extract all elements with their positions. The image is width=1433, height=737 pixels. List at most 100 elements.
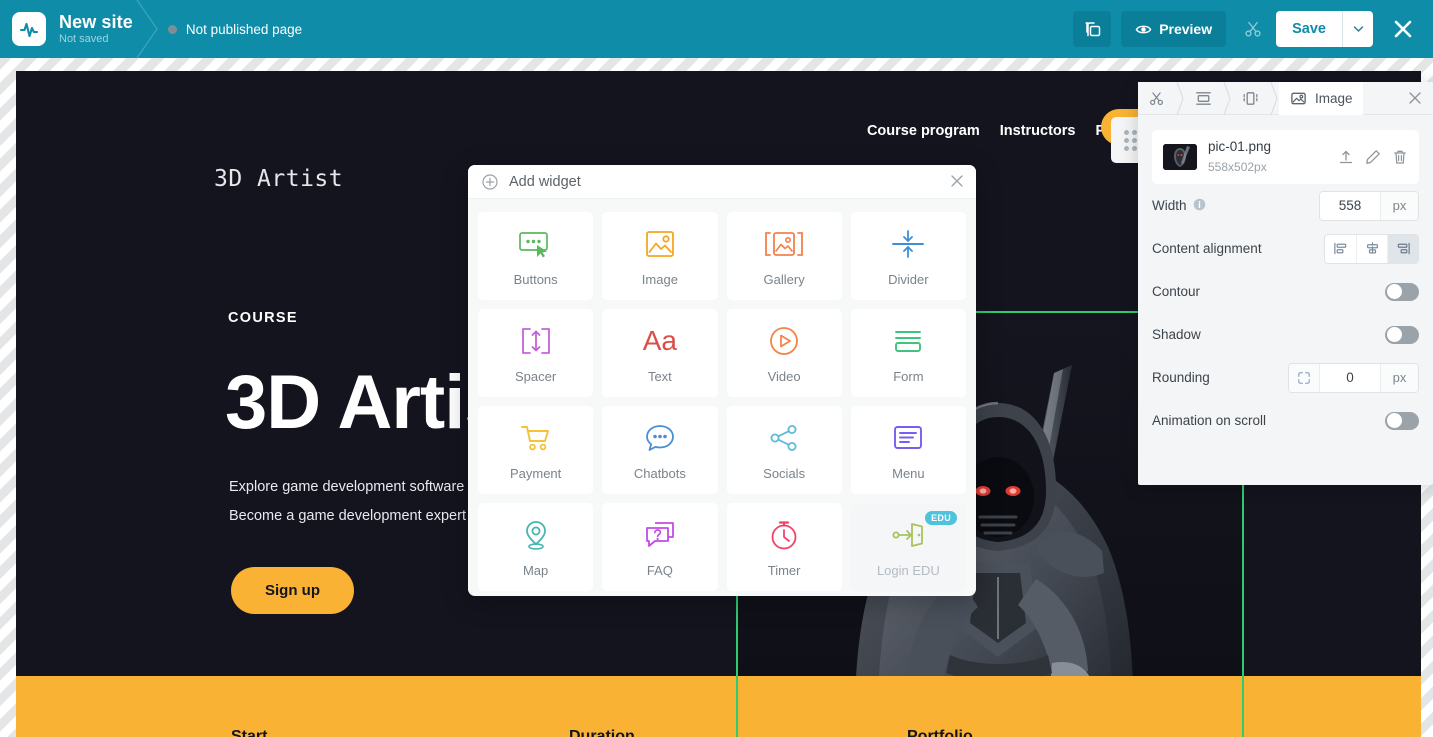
nav-item-course-program[interactable]: Course program xyxy=(867,123,980,139)
width-label: Width xyxy=(1152,198,1187,213)
widget-card-menu[interactable]: Menu xyxy=(850,406,966,494)
copy-page-icon[interactable] xyxy=(1073,11,1112,47)
brand-zone[interactable]: New site Not saved xyxy=(0,0,158,58)
width-input[interactable]: 558 xyxy=(1320,191,1380,220)
close-icon[interactable] xyxy=(1408,91,1422,105)
widget-card-video[interactable]: Video xyxy=(726,309,842,397)
close-icon[interactable] xyxy=(950,174,964,188)
widget-card-timer[interactable]: Timer xyxy=(726,503,842,591)
edu-badge: EDU xyxy=(925,511,957,525)
widget-label: Text xyxy=(647,369,672,384)
image-file-name: pic-01.png xyxy=(1208,139,1272,154)
widget-label: Gallery xyxy=(763,272,805,287)
breadcrumb-label: Image xyxy=(1315,90,1353,106)
rounding-unit: px xyxy=(1380,363,1418,392)
column-icon xyxy=(1243,91,1258,105)
scissors-icon[interactable] xyxy=(1236,11,1270,47)
setting-row-content-alignment: Content alignment xyxy=(1138,227,1433,270)
login-icon xyxy=(890,516,926,554)
align-center-icon[interactable] xyxy=(1356,234,1387,263)
breadcrumb-divider xyxy=(136,0,158,58)
widget-card-spacer[interactable]: Spacer xyxy=(478,309,594,397)
width-unit: px xyxy=(1380,191,1418,220)
widget-label: Buttons xyxy=(513,272,558,287)
widget-label: FAQ xyxy=(646,563,673,578)
widget-card-socials[interactable]: Socials xyxy=(726,406,842,494)
delete-icon[interactable] xyxy=(1392,149,1408,165)
map-pin-icon xyxy=(521,516,551,554)
setting-row-animation-on-scroll: Animation on scroll xyxy=(1138,399,1433,442)
image-icon xyxy=(644,225,676,263)
width-input-group[interactable]: 558 px xyxy=(1319,190,1419,221)
preview-button[interactable]: Preview xyxy=(1121,11,1227,47)
upload-icon[interactable] xyxy=(1338,149,1354,165)
widget-card-image[interactable]: Image xyxy=(602,212,718,300)
image-file-dimensions: 558x502px xyxy=(1208,160,1267,174)
corner-radius-icon[interactable] xyxy=(1289,363,1320,392)
widget-card-buttons[interactable]: Buttons xyxy=(478,212,594,300)
text-icon: Aa xyxy=(642,325,677,356)
site-footer-band: Start Duration Portfolio xyxy=(16,676,1421,737)
share-icon xyxy=(768,419,800,457)
shadow-label: Shadow xyxy=(1152,327,1201,342)
spacer-icon xyxy=(519,322,553,360)
setting-row-width: Width 558 px xyxy=(1138,184,1433,227)
widget-label: Video xyxy=(767,369,801,384)
widget-card-form[interactable]: Form xyxy=(850,309,966,397)
widget-label: Image xyxy=(641,272,678,287)
widget-label: Payment xyxy=(509,466,562,481)
align-left-icon[interactable] xyxy=(1325,235,1356,263)
hero-signup-button[interactable]: Sign up xyxy=(231,567,354,614)
content-alignment-label: Content alignment xyxy=(1152,241,1262,256)
breadcrumb-separator xyxy=(1222,81,1232,115)
buttons-icon xyxy=(518,225,554,263)
widget-card-text[interactable]: Aa Text xyxy=(602,309,718,397)
breadcrumb-item-scissors[interactable] xyxy=(1138,82,1175,115)
close-icon xyxy=(1394,20,1412,38)
top-toolbar: New site Not saved Not published page Pr… xyxy=(0,0,1433,58)
divider-icon xyxy=(890,225,926,263)
animation-on-scroll-toggle[interactable] xyxy=(1385,411,1419,430)
rounding-input-group[interactable]: 0 px xyxy=(1288,362,1419,393)
widget-card-gallery[interactable]: Gallery xyxy=(726,212,842,300)
pulse-logo-icon[interactable] xyxy=(12,12,46,46)
widget-card-faq[interactable]: FAQ xyxy=(602,503,718,591)
align-right-icon[interactable] xyxy=(1387,234,1418,263)
publish-status[interactable]: Not published page xyxy=(167,22,302,37)
site-name: New site xyxy=(59,11,133,32)
widget-card-chatbots[interactable]: Chatbots xyxy=(602,406,718,494)
widget-label: Spacer xyxy=(515,369,557,384)
breadcrumb-item-section[interactable] xyxy=(1185,82,1222,115)
widget-label: Divider xyxy=(888,272,929,287)
grip-dots-icon xyxy=(1123,129,1137,151)
shadow-toggle[interactable] xyxy=(1385,325,1419,344)
widget-card-map[interactable]: Map xyxy=(478,503,594,591)
footer-column-start: Start xyxy=(231,728,268,737)
save-button[interactable]: Save xyxy=(1276,11,1342,47)
info-icon[interactable] xyxy=(1193,198,1206,214)
edit-icon[interactable] xyxy=(1365,149,1381,165)
breadcrumb-item-column[interactable] xyxy=(1232,82,1269,115)
breadcrumb-separator xyxy=(1175,81,1185,115)
widget-card-divider[interactable]: Divider xyxy=(850,212,966,300)
close-editor-button[interactable] xyxy=(1387,13,1419,45)
gallery-icon xyxy=(762,225,806,263)
widget-card-login-edu: EDU Login EDU xyxy=(850,503,966,591)
video-icon xyxy=(768,322,800,360)
eye-icon xyxy=(1135,25,1152,33)
rounding-input[interactable]: 0 xyxy=(1320,363,1380,392)
site-logo[interactable]: 3D Artist xyxy=(214,166,343,192)
footer-column-duration: Duration xyxy=(569,728,635,737)
nav-item-instructors[interactable]: Instructors xyxy=(1000,123,1076,139)
save-dropdown-button[interactable] xyxy=(1342,11,1373,47)
contour-toggle[interactable] xyxy=(1385,282,1419,301)
widget-grid: Buttons Image Gallery Divider Spacer Aa … xyxy=(468,199,976,596)
widget-card-payment[interactable]: Payment xyxy=(478,406,594,494)
setting-row-contour: Contour xyxy=(1138,270,1433,313)
contour-label: Contour xyxy=(1152,284,1201,299)
footer-column-portfolio: Portfolio xyxy=(907,728,973,737)
widget-label: Map xyxy=(522,563,549,578)
breadcrumb-item-image[interactable]: Image xyxy=(1279,81,1363,115)
timer-icon xyxy=(768,516,800,554)
scissors-icon xyxy=(1150,91,1163,105)
